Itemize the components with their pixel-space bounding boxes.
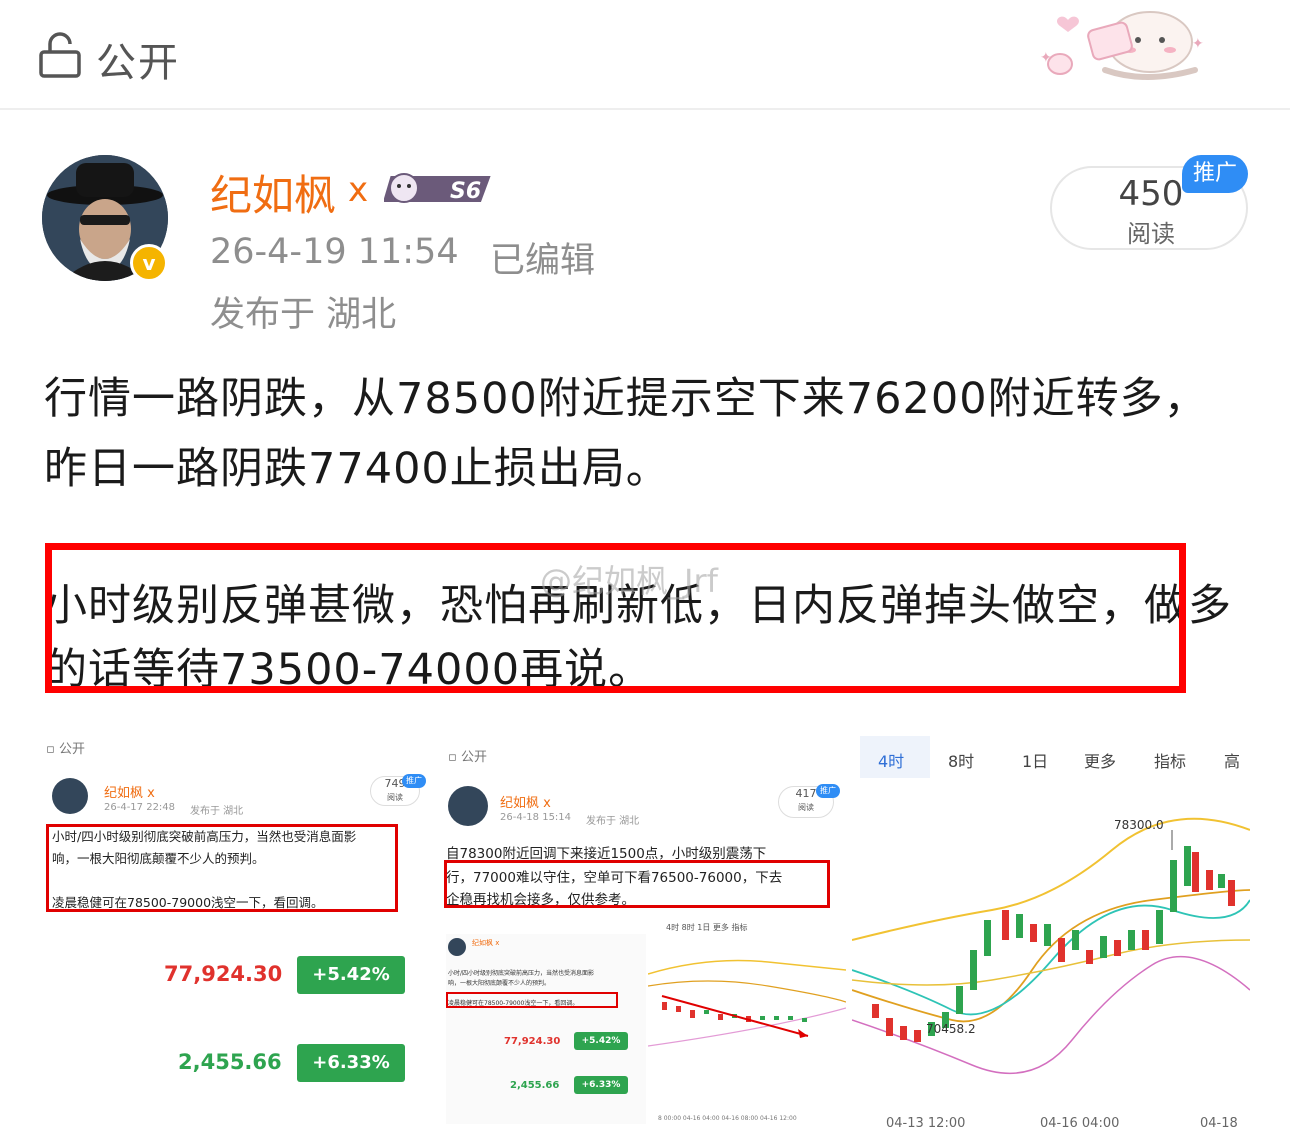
thumb-location: 发布于 湖北 [586,816,640,827]
chart-tab-more[interactable]: 更多 [1084,748,1116,772]
thumb-price-2: 2,455.66 [178,1050,282,1074]
chart-tab-4h[interactable]: 4时 [878,748,904,772]
thumb-timestamp: 26-4-17 22:48 [104,802,176,813]
author-suffix: x [348,170,369,210]
thumb-change-1: +5.42% [297,956,405,994]
post-location: 发布于 湖北 [210,295,397,335]
verified-badge-icon: v [130,244,168,282]
thumb-timestamp: 26-4-18 15:14 [500,812,572,823]
post-timestamp: 26-4-19 11:54 [210,232,459,272]
chart-tab-1d[interactable]: 1日 [1022,748,1048,772]
thumb-promo: 推广 [402,774,426,788]
thumb-visibility: ▫ 公开 [46,742,85,757]
thumb-location: 发布于 湖北 [190,806,244,817]
edited-label[interactable]: 已编辑 [490,232,595,283]
thumb-promo: 推广 [816,784,840,798]
svg-text:✦: ✦ [1040,50,1052,66]
image-thumbnail-3[interactable]: 4时 8时 1日 更多 指标 高 78300.0 70458.2 04-13 1… [852,720,1250,1140]
fan-medal-badge[interactable]: S6 [382,166,502,212]
chart-tab-advanced[interactable]: 高 [1224,748,1240,772]
thumb-avatar [52,778,88,814]
nested-chart: 4时 8时 1日 更多 指标 8 00:00 04-16 04:00 04-16… [647,916,846,1126]
chart-x-label-1: 04-13 12:00 [886,1116,966,1131]
post-paragraph-1: 行情一路阴跌，从78500附近提示空下来76200附近转多，昨日一路阴跌7740… [44,374,1208,494]
read-count-label: 阅读 [1127,220,1175,248]
svg-text:4时 8时 1日 更多 指标: 4时 8时 1日 更多 指标 [666,922,747,932]
thumb-highlight-box [444,860,830,908]
thumb-visibility: ▫ 公开 [448,750,487,765]
chart-x-label-2: 04-16 04:00 [1040,1116,1120,1131]
chart-tab-8h[interactable]: 8时 [948,748,974,772]
decorative-sticker: ✦ ✦ [1020,4,1210,86]
thumb-author: 纪如枫 x [104,786,155,801]
thumb-text-line-1: 自78300附近回调下来接近1500点，小时级别震荡下 [446,846,767,862]
author-name[interactable]: 纪如枫 [210,162,336,223]
promote-badge[interactable]: 推广 [1182,155,1248,193]
nested-screenshot: 纪如枫 x 小时/四小时级别彻底突破前高压力，当然也受消息面影 响，一根大阳彻底… [446,934,646,1124]
svg-text:✦: ✦ [1192,36,1204,52]
image-thumbnail-1[interactable]: ▫ 公开 纪如枫 x 26-4-17 22:48 发布于 湖北 749 阅读 推广… [40,720,436,1140]
thumb-price-1: 77,924.30 [164,962,283,986]
badge-text: S6 [450,179,481,204]
chart-high-label: 78300.0 [1114,818,1164,832]
chart-low-label: 70458.2 [926,1022,976,1036]
chart-x-label-3: 04-18 [1200,1116,1238,1131]
thumb-highlight-box [46,824,398,912]
svg-text:8 00:00 04-16 04:00 04: 8 00:00 04-16 04:00 04-16 08:00 04-16 12… [658,1115,797,1122]
candlestick-chart [852,817,1250,1075]
thumb-change-2: +6.33% [297,1044,405,1082]
lock-open-icon [38,32,82,78]
image-thumbnail-2[interactable]: ▫ 公开 纪如枫 x 26-4-18 15:14 发布于 湖北 417 阅读 推广… [444,720,846,1140]
thumb-avatar [448,786,488,826]
top-bar: 公开 ✦ ✦ [0,0,1290,110]
watermark: @纪如枫_Jrf [540,562,718,600]
visibility-label[interactable]: 公开 [96,30,180,88]
thumb-author: 纪如枫 x [500,796,551,811]
chart-tab-indicators[interactable]: 指标 [1154,748,1186,772]
